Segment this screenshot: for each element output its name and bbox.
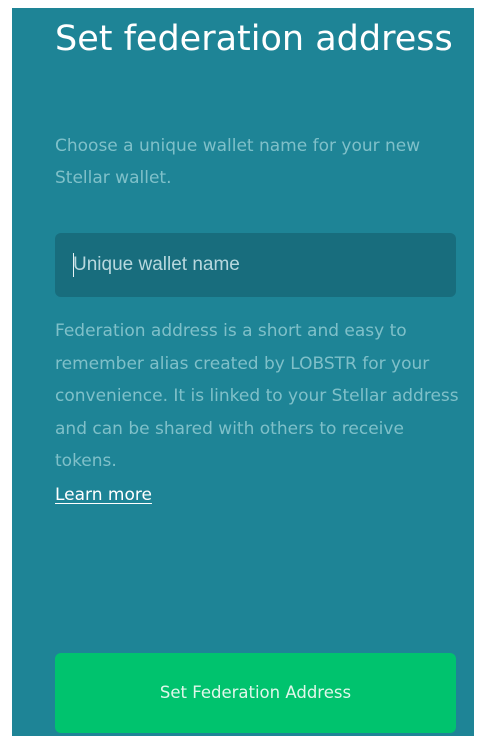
set-federation-address-button[interactable]: Set Federation Address	[55, 653, 456, 733]
intro-text: Choose a unique wallet name for your new…	[55, 136, 421, 188]
text-cursor	[73, 253, 74, 277]
learn-more-link[interactable]: Learn more	[55, 479, 152, 511]
wallet-name-input[interactable]	[55, 233, 456, 297]
set-federation-address-screen: Set federation address Choose a unique w…	[12, 8, 474, 736]
federation-description: Federation address is a short and easy t…	[55, 321, 459, 471]
page-title: Set federation address	[55, 19, 453, 59]
